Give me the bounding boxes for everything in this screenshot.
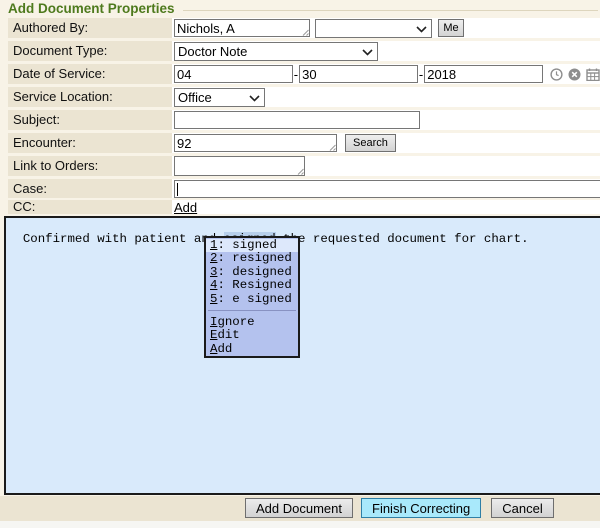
- form-row-link-to-orders: Link to Orders:: [8, 156, 600, 176]
- menu-item-ignore[interactable]: Ignore: [206, 316, 298, 329]
- menu-item-suggestion-2[interactable]: 2: resigned: [206, 252, 298, 265]
- suggestion-label: : resigned: [217, 251, 291, 265]
- page-title: Add Document Properties: [8, 1, 175, 16]
- menu-item-suggestion-3[interactable]: 3: designed: [206, 266, 298, 279]
- add-document-properties-dialog: { "header": { "title": "Add Document Pro…: [0, 0, 600, 528]
- link-to-orders-input[interactable]: [174, 156, 305, 176]
- date-of-service-label: Date of Service:: [8, 64, 172, 84]
- editor-text-after: the requested document for chart.: [276, 232, 529, 246]
- chevron-down-icon: [249, 95, 260, 102]
- calendar-icon[interactable]: [586, 68, 600, 81]
- date-year-input[interactable]: [424, 65, 543, 83]
- form-row-authored-by: Authored By: Me: [8, 18, 600, 38]
- form-row-encounter: Encounter: Search: [8, 133, 600, 153]
- editor-text-before: Confirmed with patient and: [23, 232, 224, 246]
- menu-item-suggestion-4[interactable]: 4: Resigned: [206, 279, 298, 292]
- document-type-select[interactable]: Doctor Note: [174, 42, 378, 61]
- action-label: dit: [217, 328, 239, 342]
- menu-item-edit[interactable]: Edit: [206, 329, 298, 342]
- me-button[interactable]: Me: [438, 19, 464, 37]
- authored-by-secondary-select[interactable]: [315, 19, 432, 38]
- cc-label: CC:: [8, 200, 172, 214]
- document-properties-form: Authored By: Me Document Type: Doctor No…: [8, 18, 600, 214]
- cc-add-link[interactable]: Add: [174, 200, 197, 215]
- date-separator: -: [419, 67, 423, 82]
- resize-grip-icon[interactable]: [329, 144, 336, 151]
- form-row-document-type: Document Type: Doctor Note: [8, 41, 600, 61]
- encounter-search-button[interactable]: Search: [345, 134, 396, 152]
- form-row-case: Case:: [8, 179, 600, 198]
- suggestion-label: : Resigned: [217, 278, 291, 292]
- menu-item-add[interactable]: Add: [206, 343, 298, 356]
- suggestion-label: : signed: [217, 238, 277, 252]
- menu-separator: [208, 306, 296, 311]
- document-type-label: Document Type:: [8, 41, 172, 61]
- chevron-down-icon: [362, 49, 373, 56]
- service-location-select[interactable]: Office: [174, 88, 265, 107]
- encounter-input[interactable]: [174, 134, 337, 152]
- case-input[interactable]: [174, 180, 600, 198]
- add-document-button[interactable]: Add Document: [245, 498, 353, 518]
- form-row-cc: CC: Add: [8, 200, 600, 214]
- form-row-service-location: Service Location: Office: [8, 87, 600, 107]
- menu-item-suggestion-1[interactable]: 1: signed: [206, 239, 298, 252]
- action-label: gnore: [217, 315, 254, 329]
- subject-label: Subject:: [8, 110, 172, 130]
- date-month-input[interactable]: [174, 65, 293, 83]
- action-label: dd: [217, 342, 232, 356]
- clear-date-icon[interactable]: [568, 68, 581, 81]
- time-icon[interactable]: [550, 68, 563, 81]
- authored-by-input[interactable]: [174, 19, 310, 37]
- resize-grip-icon[interactable]: [302, 29, 309, 36]
- date-day-input[interactable]: [299, 65, 418, 83]
- form-row-subject: Subject:: [8, 110, 600, 130]
- dialog-header: Add Document Properties: [8, 0, 600, 17]
- case-label: Case:: [8, 179, 172, 198]
- finish-correcting-button[interactable]: Finish Correcting: [361, 498, 481, 518]
- authored-by-label: Authored By:: [8, 18, 172, 38]
- service-location-label: Service Location:: [8, 87, 172, 107]
- subject-input[interactable]: [174, 111, 420, 129]
- document-text-editor[interactable]: Confirmed with patient and esigned the r…: [4, 216, 600, 495]
- header-rule: [183, 10, 598, 11]
- menu-item-suggestion-5[interactable]: 5: e signed: [206, 293, 298, 306]
- spellcheck-context-menu: 1: signed 2: resigned 3: designed 4: Res…: [204, 236, 300, 358]
- dialog-button-bar: Add Document Finish Correcting Cancel: [0, 496, 600, 521]
- suggestion-label: : e signed: [217, 292, 291, 306]
- footer-strip: [0, 521, 600, 528]
- link-to-orders-label: Link to Orders:: [8, 156, 172, 176]
- text-caret: [177, 183, 178, 196]
- resize-grip-icon[interactable]: [297, 168, 304, 175]
- service-location-value: Office: [178, 90, 212, 105]
- chevron-down-icon: [416, 26, 427, 33]
- document-type-value: Doctor Note: [178, 44, 247, 59]
- encounter-label: Encounter:: [8, 133, 172, 153]
- form-row-date-of-service: Date of Service: - -: [8, 64, 600, 84]
- date-separator: -: [294, 67, 298, 82]
- suggestion-label: : designed: [217, 265, 291, 279]
- cancel-button[interactable]: Cancel: [491, 498, 553, 518]
